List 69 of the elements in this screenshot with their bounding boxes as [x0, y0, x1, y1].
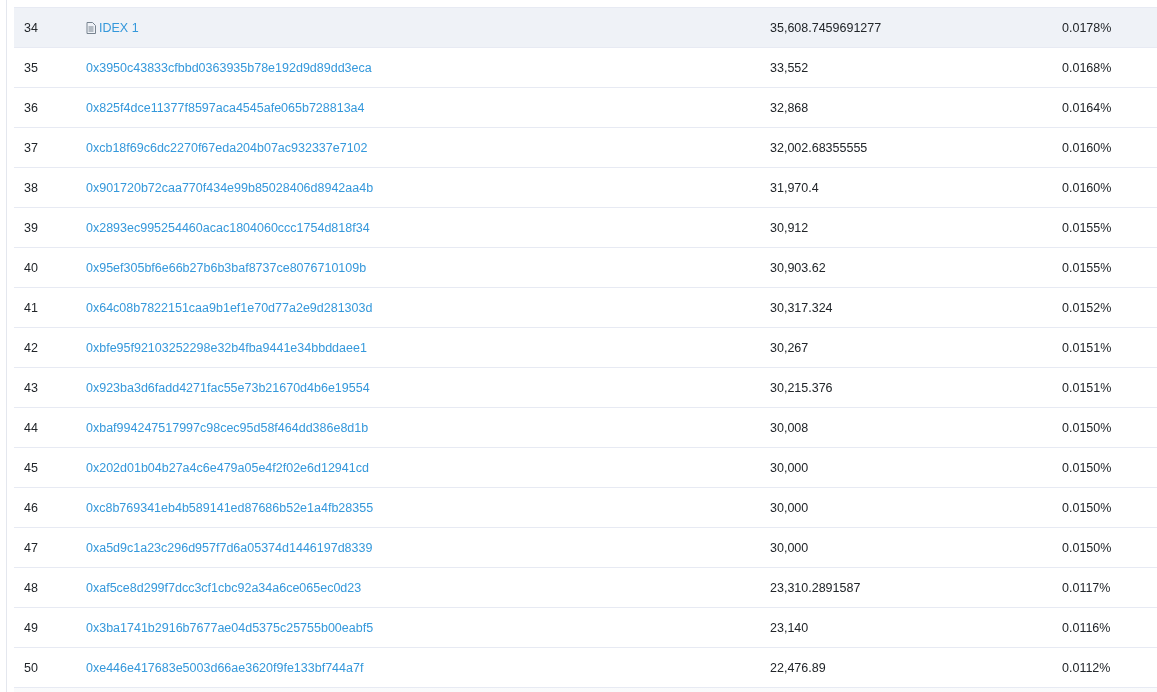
address-link[interactable]: 0xcb18f69c6dc2270f67eda204b07ac932337e7102	[86, 140, 368, 155]
rank-cell: 47	[24, 540, 38, 555]
rank-cell: 48	[24, 580, 38, 595]
percentage-cell: 0.0164%	[1062, 100, 1112, 115]
address-link[interactable]: 0x64c08b7822151caa9b1ef1e70d77a2e9d281303d	[86, 300, 373, 315]
rank-cell: 42	[24, 340, 38, 355]
quantity-cell: 32,002.68355555	[770, 140, 868, 155]
address-link[interactable]: 0x825f4dce11377f8597aca4545afe065b728813a4	[86, 100, 365, 115]
percentage-cell: 0.0116%	[1062, 620, 1111, 635]
percentage-cell: 0.0151%	[1062, 380, 1112, 395]
document-icon	[86, 21, 96, 34]
rank-cell: 46	[24, 500, 38, 515]
address-link[interactable]: 0x3ba1741b2916b7677ae04d5375c25755b00eabf5	[86, 620, 374, 635]
address-link[interactable]: 0xbfe95f92103252298e32b4fba9441e34bbddaee1	[86, 340, 367, 355]
rank-cell: 39	[24, 220, 38, 235]
percentage-cell: 0.0150%	[1062, 500, 1112, 515]
quantity-cell: 30,215.376	[770, 380, 833, 395]
address-link[interactable]: 0xa5d9c1a23c296d957f7d6a05374d1446197d8339	[86, 540, 373, 555]
quantity-cell: 31,970.4	[770, 180, 819, 195]
quantity-cell: 23,140	[770, 620, 809, 635]
rank-cell: 37	[24, 140, 38, 155]
address-link[interactable]: 0x901720b72caa770f434e99b85028406d8942aa4b	[86, 180, 374, 195]
rank-cell: 44	[24, 420, 38, 435]
address-link[interactable]: 0x923ba3d6fadd4271fac55e73b21670d4b6e19554	[86, 380, 370, 395]
rank-cell: 45	[24, 460, 38, 475]
percentage-cell: 0.0155%	[1062, 220, 1112, 235]
rank-cell: 34	[24, 20, 38, 35]
quantity-cell: 30,903.62	[770, 260, 826, 275]
quantity-cell: 30,912	[770, 220, 809, 235]
percentage-cell: 0.0160%	[1062, 140, 1112, 155]
rank-cell: 41	[24, 300, 38, 315]
percentage-cell: 0.0160%	[1062, 180, 1112, 195]
rank-cell: 38	[24, 180, 38, 195]
address-link[interactable]: 0x95ef305bf6e66b27b6b3baf8737ce8076710109b	[86, 260, 367, 275]
quantity-cell: 22,476.89	[770, 660, 826, 675]
quantity-cell: 23,310.2891587	[770, 580, 861, 595]
percentage-cell: 0.0150%	[1062, 420, 1112, 435]
percentage-cell: 0.0152%	[1062, 300, 1112, 315]
percentage-cell: 0.0112%	[1062, 660, 1111, 675]
address-link[interactable]: 0x202d01b04b27a4c6e479a05e4f2f02e6d12941cd	[86, 460, 369, 475]
rank-cell: 49	[24, 620, 38, 635]
percentage-cell: 0.0150%	[1062, 460, 1112, 475]
address-link[interactable]: 0xe446e417683e5003d66ae3620f9fe133bf744a7f	[86, 660, 364, 675]
address-link[interactable]: 0xaf5ce8d299f7dcc3cf1cbc92a34a6ce065ec0d23	[86, 580, 362, 595]
quantity-cell: 35,608.7459691277	[770, 20, 882, 35]
rank-cell: 40	[24, 260, 38, 275]
rank-cell: 43	[24, 380, 38, 395]
percentage-cell: 0.0178%	[1062, 20, 1112, 35]
quantity-cell: 32,868	[770, 100, 809, 115]
quantity-cell: 30,000	[770, 500, 809, 515]
quantity-cell: 33,552	[770, 60, 809, 75]
percentage-cell: 0.0155%	[1062, 260, 1112, 275]
rank-cell: 50	[24, 660, 38, 675]
quantity-cell: 30,000	[770, 460, 809, 475]
rank-cell: 35	[24, 60, 38, 75]
quantity-cell: 30,008	[770, 420, 809, 435]
quantity-cell: 30,317.324	[770, 300, 833, 315]
address-link[interactable]: 0x3950c43833cfbbd0363935b78e192d9d89dd3eca	[86, 60, 372, 75]
quantity-cell: 30,000	[770, 540, 809, 555]
percentage-cell: 0.0151%	[1062, 340, 1112, 355]
percentage-cell: 0.0150%	[1062, 540, 1112, 555]
rank-cell: 36	[24, 100, 38, 115]
percentage-cell: 0.0168%	[1062, 60, 1112, 75]
percentage-cell: 0.0117%	[1062, 580, 1111, 595]
address-link[interactable]: 0xc8b769341eb4b589141ed87686b52e1a4fb28355	[86, 500, 374, 515]
address-link[interactable]: IDEX 1	[99, 20, 139, 35]
address-link[interactable]: 0x2893ec995254460acac1804060ccc1754d818f34	[86, 220, 370, 235]
address-link[interactable]: 0xbaf994247517997c98cec95d58f464dd386e8d1b	[86, 420, 369, 435]
quantity-cell: 30,267	[770, 340, 809, 355]
